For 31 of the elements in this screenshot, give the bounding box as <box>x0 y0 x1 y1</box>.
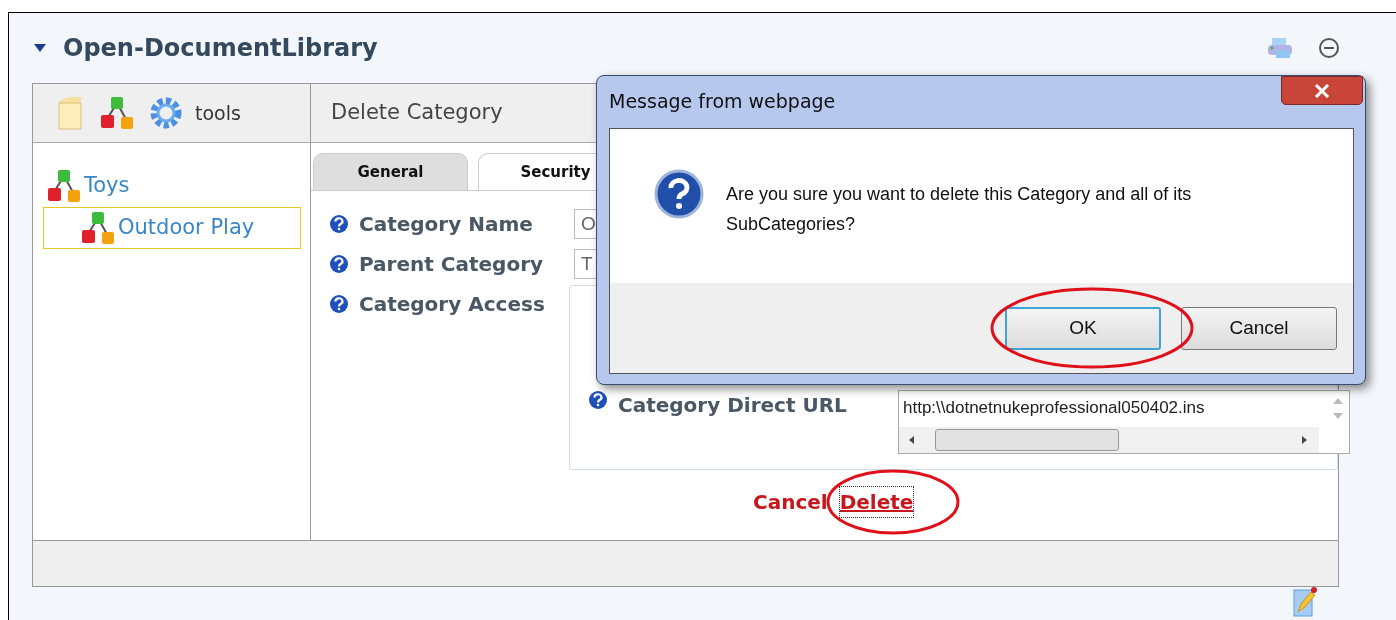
tab[interactable]: General <box>313 153 468 190</box>
dialog-title: Message from webpage <box>609 88 836 114</box>
dialog-button[interactable]: OK <box>1005 306 1161 350</box>
scroll-left-icon[interactable] <box>907 435 917 445</box>
question-icon <box>654 169 704 219</box>
dialog-button[interactable]: Cancel <box>1181 306 1337 350</box>
minimize-icon[interactable] <box>1318 37 1340 59</box>
close-icon <box>1314 83 1330 98</box>
toolbar-label[interactable]: tools <box>195 98 241 128</box>
url-text: http:\\dotnetnukeprofessional050402.ins <box>903 397 1205 419</box>
help-icon[interactable] <box>329 294 349 314</box>
help-icon[interactable] <box>588 390 608 410</box>
dialog-message: Are you sure you want to delete this Category and all of its SubCategories? <box>726 183 1193 236</box>
edit-pencil-icon[interactable] <box>1292 586 1318 618</box>
tree-item[interactable]: Outdoor Play <box>43 207 301 249</box>
field-label: Parent Category <box>359 251 545 278</box>
help-icon[interactable] <box>329 254 349 274</box>
help-icon[interactable] <box>329 214 349 234</box>
close-button[interactable] <box>1281 76 1363 105</box>
field-label: Category Name <box>359 211 534 238</box>
field-label: Category Direct URL <box>618 392 848 419</box>
panel-title: Delete Category <box>331 99 503 127</box>
tree-item[interactable]: Toys <box>43 165 301 207</box>
url-text-area[interactable]: http:\\dotnetnukeprofessional050402.ins <box>898 390 1350 454</box>
gear-icon[interactable] <box>149 96 183 130</box>
action-link[interactable]: Cancel <box>753 487 828 517</box>
field-label: Category Access <box>359 291 546 318</box>
horizontal-scrollbar[interactable] <box>899 427 1319 453</box>
scroll-right-icon[interactable] <box>1299 435 1309 445</box>
module-title: Open-DocumentLibrary <box>63 33 378 64</box>
collapse-triangle-icon[interactable] <box>33 43 47 53</box>
